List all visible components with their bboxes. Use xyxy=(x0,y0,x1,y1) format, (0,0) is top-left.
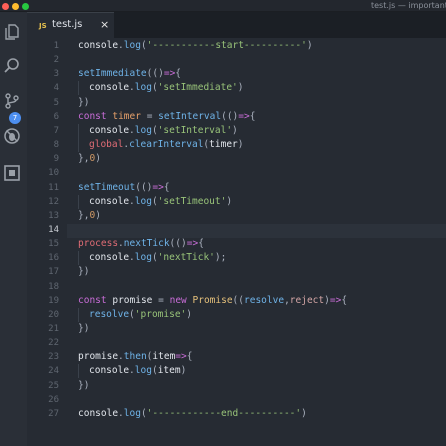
code-line: console.log('-----------start----------'… xyxy=(78,40,313,51)
code-line: console.log('setInterval') xyxy=(78,123,238,138)
code-editor[interactable]: 1 2 3 4 5 6 7 8 9 10 11 12 13 14 15 16 17 18 19 20 21 22 23 24 2… xyxy=(27,38,446,446)
line-number: 10 xyxy=(48,168,59,179)
title-bar: test.js — important_ xyxy=(0,0,446,12)
code-line: process.nextTick(()=>{ xyxy=(78,238,204,250)
line-number: 8 xyxy=(53,140,59,151)
line-number: 18 xyxy=(48,281,59,292)
line-number: 7 xyxy=(53,125,59,136)
source-control-icon[interactable] xyxy=(3,92,21,110)
code-line: }) xyxy=(78,323,90,334)
code-line: },0) xyxy=(78,209,101,221)
line-number: 14 xyxy=(48,224,59,235)
close-tab-icon[interactable]: × xyxy=(100,18,109,31)
code-line: console.log(item) xyxy=(78,364,186,379)
activity-bar: 7 xyxy=(0,12,27,446)
line-number: 24 xyxy=(48,366,59,377)
line-number: 22 xyxy=(48,338,59,349)
code-line: console.log('setTimeout') xyxy=(78,194,232,209)
code-line: console.log('setImmediate') xyxy=(78,81,244,96)
line-number: 15 xyxy=(48,239,59,250)
source-control-badge: 7 xyxy=(9,112,21,124)
line-number-gutter: 1 2 3 4 5 6 7 8 9 10 11 12 13 14 15 16 17 18 19 20 21 22 23 24 2… xyxy=(27,38,67,446)
code-line: console.log('nextTick'); xyxy=(78,251,226,266)
code-line: },0) xyxy=(78,153,101,165)
tab-label: test.js xyxy=(52,19,83,30)
line-number: 9 xyxy=(53,154,59,165)
minimize-window-button[interactable] xyxy=(12,3,19,10)
code-line: console.log('------------end----------') xyxy=(78,407,307,419)
line-number: 21 xyxy=(48,324,59,334)
code-line: setTimeout(()=>{ xyxy=(78,181,170,193)
line-number: 25 xyxy=(48,380,59,391)
code-line: const timer = setInterval(()=>{ xyxy=(78,110,256,122)
search-icon[interactable] xyxy=(3,57,21,75)
line-number: 1 xyxy=(53,41,59,51)
window-title: test.js — important_ xyxy=(371,1,446,10)
line-number: 16 xyxy=(48,253,59,264)
code-line: }) xyxy=(78,96,90,108)
code-line: global.clearInterval(timer) xyxy=(78,138,244,153)
code-line: const promise = new Promise((resolve,rej… xyxy=(78,294,348,306)
line-number: 23 xyxy=(48,352,59,363)
line-number: 3 xyxy=(53,69,59,80)
code-line: }) xyxy=(78,379,90,391)
line-number: 26 xyxy=(48,394,59,405)
javascript-file-icon: JS xyxy=(39,22,47,30)
line-number: 11 xyxy=(48,182,59,193)
line-number: 12 xyxy=(48,196,59,207)
close-window-button[interactable] xyxy=(2,3,9,10)
code-area[interactable]: console.log('-----------start----------'… xyxy=(78,38,446,446)
tab-test-js[interactable]: JS test.js × xyxy=(27,12,114,38)
line-number: 19 xyxy=(48,295,59,306)
code-line: promise.then(item=>{ xyxy=(78,351,193,363)
line-number: 17 xyxy=(48,267,59,278)
extensions-icon[interactable] xyxy=(3,164,21,182)
line-number: 27 xyxy=(48,408,59,419)
line-number: 4 xyxy=(53,83,59,94)
zoom-window-button[interactable] xyxy=(22,3,29,10)
files-icon[interactable] xyxy=(3,23,21,41)
code-line: setImmediate(()=>{ xyxy=(78,68,182,80)
line-number: 2 xyxy=(53,55,59,66)
no-bugs-icon[interactable] xyxy=(3,127,21,145)
code-line: }) xyxy=(78,266,90,278)
code-line: resolve('promise') xyxy=(78,307,192,322)
line-number: 5 xyxy=(53,97,59,108)
line-number: 13 xyxy=(48,210,59,221)
line-number: 20 xyxy=(48,309,59,320)
line-number: 6 xyxy=(53,111,59,122)
tab-bar: JS test.js × xyxy=(27,12,446,38)
